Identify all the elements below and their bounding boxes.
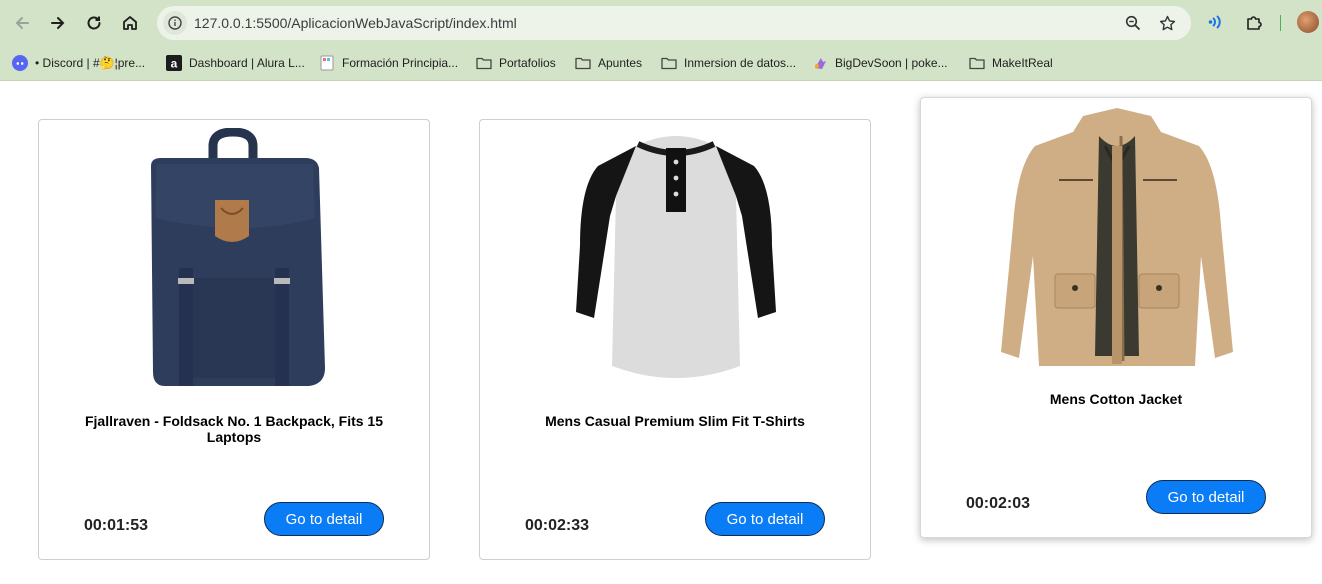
product-card: Mens Casual Premium Slim Fit T-Shirts 00… (479, 119, 871, 560)
url-text[interactable]: 127.0.0.1:5500/AplicacionWebJavaScript/i… (194, 15, 517, 31)
extensions-puzzle-icon[interactable] (1243, 11, 1265, 33)
bookmark-label: Apuntes (598, 56, 643, 70)
forward-button[interactable] (44, 9, 72, 37)
home-button[interactable] (116, 9, 144, 37)
go-to-detail-button[interactable]: Go to detail (264, 502, 384, 536)
bookmark-alura[interactable]: a Dashboard | Alura L... (166, 53, 305, 73)
bookmark-label: BigDevSoon | poke... (835, 56, 948, 70)
countdown-timer: 00:02:03 (966, 495, 1031, 512)
tshirt-image (576, 136, 776, 378)
bookmark-bigdevsoon[interactable]: BigDevSoon | poke... (812, 53, 948, 73)
bookmark-label: Formación Principia... (342, 56, 459, 70)
bookmark-inmersion[interactable]: Inmersion de datos... (661, 53, 796, 73)
bookmark-discord[interactable]: • Discord | #🤔¦pre... (12, 53, 145, 73)
page-icon (319, 55, 335, 71)
folder-icon (575, 55, 591, 71)
jacket-image (1001, 108, 1233, 366)
bookmark-formacion[interactable]: Formación Principia... (319, 53, 458, 73)
reload-icon (87, 16, 101, 30)
folder-icon (476, 55, 492, 71)
alura-icon: a (166, 55, 182, 71)
go-to-detail-button[interactable]: Go to detail (705, 502, 825, 536)
home-icon (123, 16, 137, 30)
site-info-icon[interactable] (163, 11, 187, 35)
bookmark-makeitreal[interactable]: MakeItReal (969, 53, 1053, 73)
bookmark-apuntes[interactable]: Apuntes (575, 53, 642, 73)
back-button[interactable] (8, 9, 36, 37)
bigdevsoon-icon (812, 55, 828, 71)
go-to-detail-button[interactable]: Go to detail (1146, 480, 1266, 514)
bookmarks-bar: • Discord | #🤔¦pre... a Dashboard | Alur… (0, 45, 1322, 81)
address-bar[interactable]: 127.0.0.1:5500/AplicacionWebJavaScript/i… (157, 6, 1191, 40)
zoom-icon[interactable] (1123, 13, 1143, 33)
product-card: Mens Cotton Jacket 00:02:03 Go to detail (920, 97, 1312, 538)
reload-button[interactable] (80, 9, 108, 37)
folder-icon (969, 55, 985, 71)
discord-icon (12, 55, 28, 71)
countdown-timer: 00:01:53 (84, 517, 149, 534)
arrow-left-icon (15, 17, 29, 29)
bookmark-portafolios[interactable]: Portafolios (476, 53, 556, 73)
toolbar-divider (1280, 15, 1281, 31)
browser-toolbar: 127.0.0.1:5500/AplicacionWebJavaScript/i… (0, 0, 1322, 45)
countdown-timer: 00:02:33 (525, 517, 590, 534)
bookmark-label: • Discord | #🤔¦pre... (35, 56, 146, 70)
bookmark-label: Dashboard | Alura L... (189, 56, 305, 70)
bookmark-label: Portafolios (499, 56, 556, 70)
product-card: Fjallraven - Foldsack No. 1 Backpack, Fi… (38, 119, 430, 560)
folder-icon (661, 55, 677, 71)
backpack-image (151, 128, 325, 386)
bookmark-label: MakeItReal (992, 56, 1053, 70)
extension-wave-icon[interactable] (1206, 11, 1228, 33)
product-title: Mens Cotton Jacket (1049, 391, 1183, 407)
profile-avatar[interactable] (1297, 11, 1319, 33)
product-title: Fjallraven - Foldsack No. 1 Backpack, Fi… (84, 413, 383, 445)
arrow-right-icon (51, 17, 65, 29)
bookmark-label: Inmersion de datos... (684, 56, 797, 70)
product-title: Mens Casual Premium Slim Fit T-Shirts (545, 413, 805, 429)
svg-text:a: a (171, 57, 178, 71)
star-icon[interactable] (1157, 13, 1177, 33)
